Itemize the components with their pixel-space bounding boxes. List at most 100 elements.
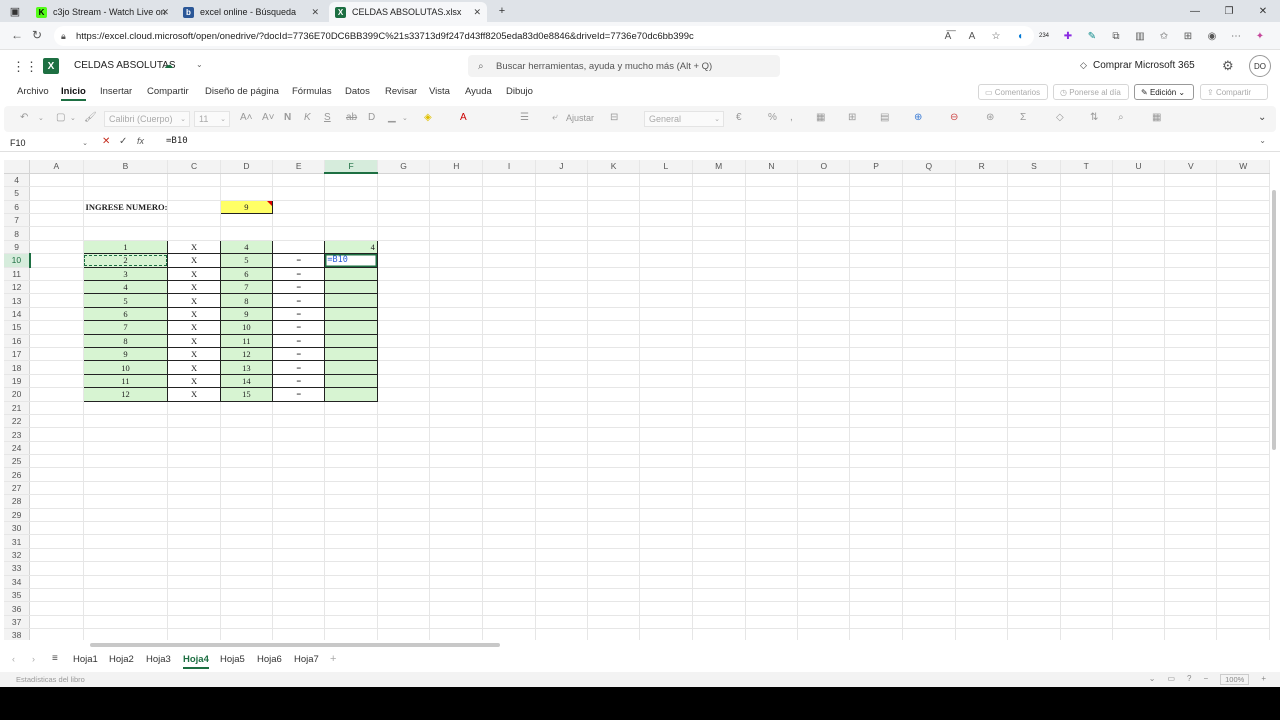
favorites-icon[interactable]: ✩ [1152, 26, 1176, 46]
cell-v30[interactable] [1164, 521, 1218, 536]
cell-t7[interactable] [1060, 213, 1113, 228]
row-header-11[interactable]: 11 [4, 267, 31, 282]
cell-l19[interactable] [639, 374, 693, 389]
column-header-w[interactable]: W [1216, 160, 1270, 174]
cell-o11[interactable] [797, 267, 851, 282]
cell-r27[interactable] [955, 481, 1009, 496]
cell-b34[interactable] [83, 575, 169, 590]
cell-i30[interactable] [482, 521, 536, 536]
cell-s28[interactable] [1007, 494, 1061, 509]
cell-f14[interactable] [324, 306, 378, 322]
cell-n13[interactable] [745, 293, 799, 308]
cell-e31[interactable] [272, 534, 326, 549]
cell-c26[interactable] [167, 467, 221, 482]
cell-u19[interactable] [1112, 374, 1166, 389]
cell-b11[interactable]: 3 [82, 266, 169, 282]
cell-n5[interactable] [745, 186, 799, 201]
cell-s8[interactable] [1007, 226, 1061, 241]
cell-r20[interactable] [955, 387, 1009, 402]
cell-t17[interactable] [1060, 347, 1113, 362]
cell-n18[interactable] [745, 360, 799, 375]
cell-a35[interactable] [29, 588, 84, 603]
cell-q6[interactable] [902, 200, 957, 215]
cell-e10[interactable]: = [272, 253, 326, 268]
cell-i4[interactable] [482, 173, 536, 188]
scroll-right-icon[interactable]: › [32, 654, 35, 664]
cell-f33[interactable] [324, 561, 378, 576]
cell-w18[interactable] [1216, 360, 1270, 375]
cell-i29[interactable] [482, 508, 536, 523]
cell-l23[interactable] [639, 427, 693, 442]
cell-j19[interactable] [535, 374, 588, 389]
strikethrough-icon[interactable]: ab [346, 112, 357, 123]
cell-o29[interactable] [797, 508, 851, 523]
sort-filter-icon[interactable]: ⇅ [1090, 112, 1098, 123]
cell-v22[interactable] [1164, 414, 1218, 429]
cell-c4[interactable] [167, 173, 221, 188]
cell-f25[interactable] [324, 454, 378, 469]
cell-w22[interactable] [1216, 414, 1270, 429]
cell-k15[interactable] [587, 320, 641, 335]
cell-j7[interactable] [535, 213, 588, 228]
close-tab-icon[interactable]: ✕ [161, 7, 169, 18]
cell-m27[interactable] [692, 481, 746, 496]
cell-i28[interactable] [482, 494, 536, 509]
cell-n23[interactable] [745, 427, 799, 442]
cell-w30[interactable] [1216, 521, 1270, 536]
cell-a20[interactable] [29, 387, 84, 402]
cell-p16[interactable] [849, 334, 903, 348]
cell-c32[interactable] [167, 548, 221, 563]
cell-c18[interactable]: X [167, 360, 221, 375]
cell-w16[interactable] [1216, 334, 1270, 348]
excel-logo-icon[interactable]: X [43, 58, 59, 74]
cell-f29[interactable] [324, 508, 378, 523]
cell-h4[interactable] [429, 173, 484, 188]
cell-e9[interactable] [272, 239, 326, 255]
cell-g10[interactable] [377, 253, 431, 268]
cell-q14[interactable] [902, 307, 957, 322]
name-box[interactable]: F10 ⌄ [6, 136, 90, 150]
cell-i21[interactable] [482, 401, 536, 415]
cell-p10[interactable] [849, 253, 903, 268]
cell-t23[interactable] [1060, 427, 1113, 442]
cell-v36[interactable] [1164, 601, 1218, 616]
tab-datos[interactable]: Datos [345, 86, 370, 97]
cell-a30[interactable] [29, 521, 84, 536]
cell-t27[interactable] [1060, 481, 1113, 496]
cell-f24[interactable] [324, 441, 378, 456]
cell-e19[interactable]: = [272, 373, 326, 389]
row-header-30[interactable]: 30 [4, 521, 31, 536]
cell-k8[interactable] [587, 226, 641, 241]
cell-v15[interactable] [1164, 320, 1218, 335]
column-header-j[interactable]: J [535, 160, 588, 174]
cell-n24[interactable] [745, 441, 799, 456]
row-header-15[interactable]: 15 [4, 320, 31, 335]
cell-i25[interactable] [482, 454, 536, 469]
cell-u9[interactable] [1112, 240, 1166, 255]
format-painter-icon[interactable]: 🖌︎ [84, 112, 97, 123]
cell-v8[interactable] [1164, 226, 1218, 241]
cell-o22[interactable] [797, 414, 851, 429]
cell-l21[interactable] [639, 401, 693, 415]
clear-icon[interactable]: ◇ [1056, 112, 1064, 123]
column-header-v[interactable]: V [1164, 160, 1218, 174]
zoom-out-icon[interactable]: − [1203, 674, 1208, 685]
cell-g28[interactable] [377, 494, 431, 509]
cell-q5[interactable] [902, 186, 957, 201]
cell-o8[interactable] [797, 226, 851, 241]
cell-f30[interactable] [324, 521, 378, 536]
row-header-38[interactable]: 38 [4, 628, 31, 640]
cell-r31[interactable] [955, 534, 1009, 549]
cell-a32[interactable] [29, 548, 84, 563]
cell-h35[interactable] [429, 588, 484, 603]
cell-b29[interactable] [83, 508, 169, 523]
cell-m4[interactable] [692, 173, 746, 188]
cell-d36[interactable] [220, 601, 274, 616]
cell-p27[interactable] [849, 481, 903, 496]
cell-c36[interactable] [167, 601, 221, 616]
cell-l11[interactable] [639, 267, 693, 282]
row-header-24[interactable]: 24 [4, 441, 31, 456]
cell-o15[interactable] [797, 320, 851, 335]
cell-a37[interactable] [29, 615, 84, 630]
cell-d7[interactable] [220, 213, 274, 228]
